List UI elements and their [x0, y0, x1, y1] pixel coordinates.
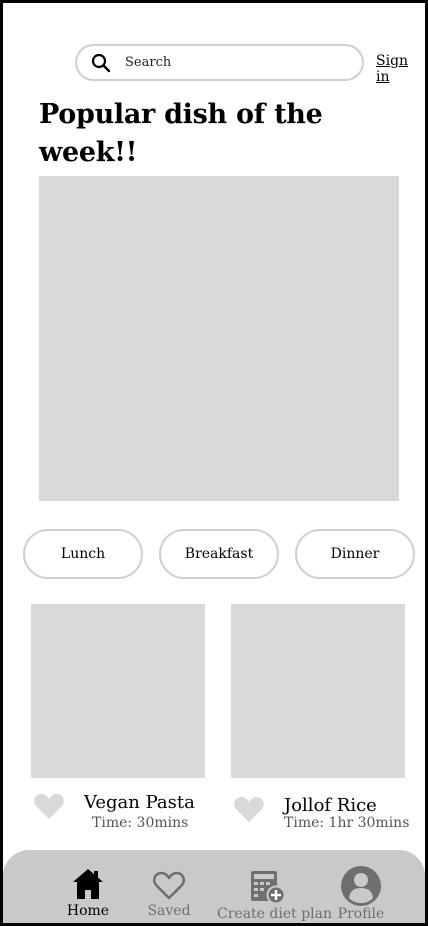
- app-screen: Search Sign in Popular dish of the week!…: [0, 0, 428, 926]
- nav-home[interactable]: Home: [65, 867, 111, 919]
- nav-label: Home: [66, 903, 110, 919]
- nav-create-diet-plan[interactable]: Create diet plan: [217, 870, 333, 922]
- heart-icon: [152, 871, 186, 900]
- search-placeholder: Search: [125, 55, 172, 70]
- dish-image[interactable]: [231, 604, 405, 778]
- nav-label: Profile: [337, 906, 385, 922]
- heart-icon[interactable]: [33, 792, 65, 820]
- calculator-add-icon: [251, 871, 286, 904]
- page-title: Popular dish of the week!!: [39, 99, 323, 168]
- featured-dish-image[interactable]: [39, 176, 399, 501]
- nav-label: Create diet plan: [217, 906, 333, 922]
- filter-chip-lunch[interactable]: Lunch: [23, 529, 143, 579]
- filter-chip-breakfast[interactable]: Breakfast: [159, 529, 279, 579]
- dish-time: Time: 30mins: [92, 815, 189, 831]
- profile-icon: [341, 866, 381, 906]
- heart-icon[interactable]: [233, 795, 265, 823]
- home-icon: [73, 869, 103, 899]
- dish-name: Jollof Rice: [284, 795, 377, 816]
- dish-name: Vegan Pasta: [84, 792, 195, 813]
- search-icon: [91, 53, 111, 73]
- nav-label: Saved: [147, 903, 191, 919]
- nav-saved[interactable]: Saved: [146, 870, 192, 919]
- bottom-nav: Home Saved Create diet plan Profile: [3, 850, 425, 923]
- search-bar[interactable]: Search: [75, 44, 364, 81]
- nav-profile[interactable]: Profile: [336, 865, 386, 922]
- dish-image[interactable]: [31, 604, 205, 778]
- sign-in-link[interactable]: Sign in: [376, 53, 425, 85]
- dish-time: Time: 1hr 30mins: [284, 815, 410, 831]
- filter-chip-dinner[interactable]: Dinner: [295, 529, 415, 579]
